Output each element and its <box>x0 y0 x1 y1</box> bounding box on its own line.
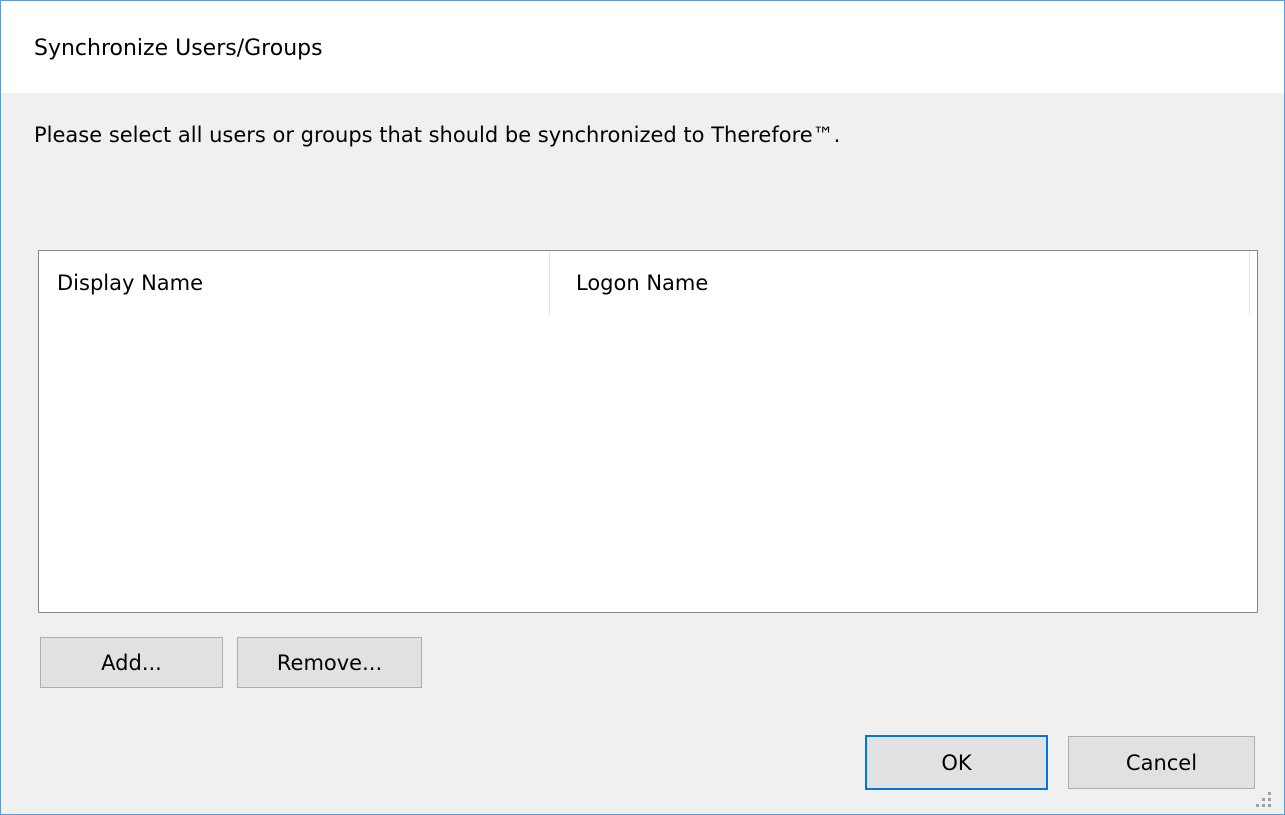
users-groups-list[interactable]: Display Name Logon Name <box>38 250 1258 613</box>
column-header-display-name[interactable]: Display Name <box>39 251 567 315</box>
window-title: Synchronize Users/Groups <box>34 36 323 61</box>
remove-button[interactable]: Remove... <box>237 637 422 688</box>
list-body[interactable] <box>39 315 1257 612</box>
cancel-button[interactable]: Cancel <box>1068 736 1255 789</box>
add-button[interactable]: Add... <box>40 637 223 688</box>
ok-button[interactable]: OK <box>865 735 1048 790</box>
title-bar[interactable]: Synchronize Users/Groups <box>1 1 1284 93</box>
column-divider[interactable] <box>1249 251 1250 315</box>
resize-grip-icon[interactable] <box>1256 792 1272 808</box>
list-header: Display Name Logon Name <box>39 251 1250 315</box>
dialog-window: Synchronize Users/Groups Please select a… <box>0 0 1285 815</box>
column-header-logon-name[interactable]: Logon Name <box>549 251 1276 315</box>
instruction-text: Please select all users or groups that s… <box>34 123 841 147</box>
